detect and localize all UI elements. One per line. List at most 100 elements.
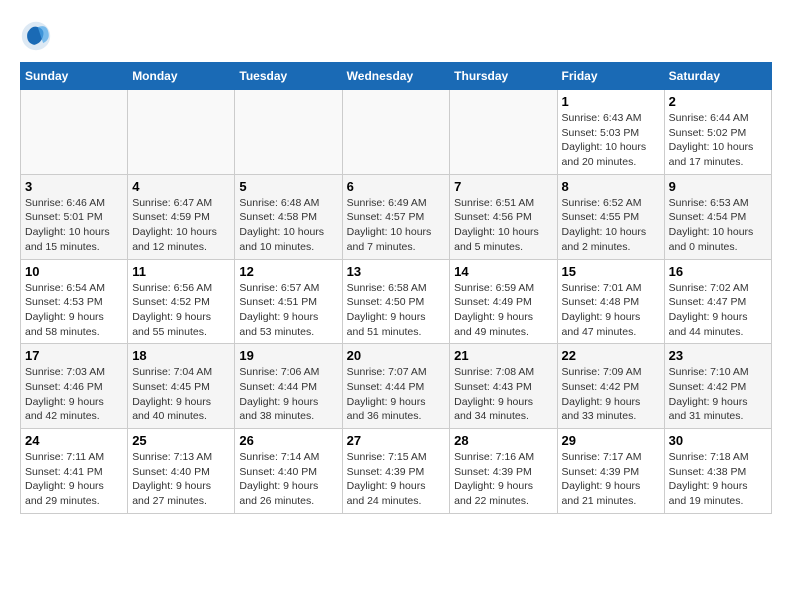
calendar-cell: 13 Sunrise: 6:58 AM Sunset: 4:50 PM Dayli… [342, 259, 450, 344]
day-info: Sunrise: 6:54 AM Sunset: 4:53 PM Dayligh… [25, 281, 123, 340]
weekday-header-saturday: Saturday [664, 63, 771, 90]
logo-icon [20, 20, 52, 52]
day-info: Sunrise: 7:16 AM Sunset: 4:39 PM Dayligh… [454, 450, 552, 509]
calendar-cell: 19 Sunrise: 7:06 AM Sunset: 4:44 PM Dayli… [235, 344, 342, 429]
calendar-cell: 10 Sunrise: 6:54 AM Sunset: 4:53 PM Dayli… [21, 259, 128, 344]
calendar-cell: 29 Sunrise: 7:17 AM Sunset: 4:39 PM Dayli… [557, 429, 664, 514]
day-info: Sunrise: 7:10 AM Sunset: 4:42 PM Dayligh… [669, 365, 767, 424]
day-info: Sunrise: 7:03 AM Sunset: 4:46 PM Dayligh… [25, 365, 123, 424]
day-number: 26 [239, 433, 337, 448]
day-info: Sunrise: 7:14 AM Sunset: 4:40 PM Dayligh… [239, 450, 337, 509]
day-number: 21 [454, 348, 552, 363]
day-number: 28 [454, 433, 552, 448]
day-number: 2 [669, 94, 767, 109]
day-number: 11 [132, 264, 230, 279]
calendar-cell: 1 Sunrise: 6:43 AM Sunset: 5:03 PM Daylig… [557, 90, 664, 175]
day-info: Sunrise: 7:18 AM Sunset: 4:38 PM Dayligh… [669, 450, 767, 509]
weekday-header-friday: Friday [557, 63, 664, 90]
calendar-cell: 20 Sunrise: 7:07 AM Sunset: 4:44 PM Dayli… [342, 344, 450, 429]
day-number: 9 [669, 179, 767, 194]
calendar-cell: 28 Sunrise: 7:16 AM Sunset: 4:39 PM Dayli… [450, 429, 557, 514]
day-number: 1 [562, 94, 660, 109]
day-info: Sunrise: 6:58 AM Sunset: 4:50 PM Dayligh… [347, 281, 446, 340]
day-info: Sunrise: 7:08 AM Sunset: 4:43 PM Dayligh… [454, 365, 552, 424]
weekday-header-tuesday: Tuesday [235, 63, 342, 90]
calendar-cell: 18Sunrise: 7:04 AM Sunset: 4:45 PM Dayli… [128, 344, 235, 429]
day-number: 17 [25, 348, 123, 363]
calendar-cell: 22 Sunrise: 7:09 AM Sunset: 4:42 PM Dayli… [557, 344, 664, 429]
day-info: Sunrise: 6:53 AM Sunset: 4:54 PM Dayligh… [669, 196, 767, 255]
calendar-cell: 30 Sunrise: 7:18 AM Sunset: 4:38 PM Dayli… [664, 429, 771, 514]
logo [20, 20, 56, 52]
day-number: 22 [562, 348, 660, 363]
day-info: Sunrise: 6:59 AM Sunset: 4:49 PM Dayligh… [454, 281, 552, 340]
day-number: 10 [25, 264, 123, 279]
calendar-cell: 25 Sunrise: 7:13 AM Sunset: 4:40 PM Dayli… [128, 429, 235, 514]
calendar-cell: 15 Sunrise: 7:01 AM Sunset: 4:48 PM Dayli… [557, 259, 664, 344]
page-header [20, 20, 772, 52]
day-info: Sunrise: 6:44 AM Sunset: 5:02 PM Dayligh… [669, 111, 767, 170]
calendar-cell: 9 Sunrise: 6:53 AM Sunset: 4:54 PM Daylig… [664, 174, 771, 259]
day-number: 15 [562, 264, 660, 279]
calendar-cell: 21 Sunrise: 7:08 AM Sunset: 4:43 PM Dayli… [450, 344, 557, 429]
day-number: 24 [25, 433, 123, 448]
calendar-cell [450, 90, 557, 175]
day-info: Sunrise: 7:02 AM Sunset: 4:47 PM Dayligh… [669, 281, 767, 340]
calendar-cell: 4 Sunrise: 6:47 AM Sunset: 4:59 PM Daylig… [128, 174, 235, 259]
day-info: Sunrise: 7:07 AM Sunset: 4:44 PM Dayligh… [347, 365, 446, 424]
calendar-cell: 24 Sunrise: 7:11 AM Sunset: 4:41 PM Dayli… [21, 429, 128, 514]
day-number: 6 [347, 179, 446, 194]
day-number: 5 [239, 179, 337, 194]
day-number: 13 [347, 264, 446, 279]
day-number: 8 [562, 179, 660, 194]
calendar-cell: 6 Sunrise: 6:49 AM Sunset: 4:57 PM Daylig… [342, 174, 450, 259]
calendar-cell: 17 Sunrise: 7:03 AM Sunset: 4:46 PM Dayli… [21, 344, 128, 429]
day-info: Sunrise: 7:04 AM Sunset: 4:45 PM Dayligh… [132, 365, 230, 424]
weekday-header-thursday: Thursday [450, 63, 557, 90]
calendar-cell: 7Sunrise: 6:51 AM Sunset: 4:56 PM Daylig… [450, 174, 557, 259]
day-number: 16 [669, 264, 767, 279]
day-info: Sunrise: 6:43 AM Sunset: 5:03 PM Dayligh… [562, 111, 660, 170]
day-number: 29 [562, 433, 660, 448]
day-number: 30 [669, 433, 767, 448]
day-info: Sunrise: 7:01 AM Sunset: 4:48 PM Dayligh… [562, 281, 660, 340]
day-info: Sunrise: 6:56 AM Sunset: 4:52 PM Dayligh… [132, 281, 230, 340]
day-info: Sunrise: 7:11 AM Sunset: 4:41 PM Dayligh… [25, 450, 123, 509]
day-info: Sunrise: 7:13 AM Sunset: 4:40 PM Dayligh… [132, 450, 230, 509]
day-number: 3 [25, 179, 123, 194]
day-number: 27 [347, 433, 446, 448]
weekday-header-sunday: Sunday [21, 63, 128, 90]
day-number: 19 [239, 348, 337, 363]
weekday-header-wednesday: Wednesday [342, 63, 450, 90]
day-info: Sunrise: 6:48 AM Sunset: 4:58 PM Dayligh… [239, 196, 337, 255]
day-info: Sunrise: 6:46 AM Sunset: 5:01 PM Dayligh… [25, 196, 123, 255]
day-info: Sunrise: 6:47 AM Sunset: 4:59 PM Dayligh… [132, 196, 230, 255]
day-number: 14 [454, 264, 552, 279]
weekday-header-monday: Monday [128, 63, 235, 90]
calendar-cell [235, 90, 342, 175]
calendar-cell: 2 Sunrise: 6:44 AM Sunset: 5:02 PM Daylig… [664, 90, 771, 175]
calendar-cell: 16 Sunrise: 7:02 AM Sunset: 4:47 PM Dayli… [664, 259, 771, 344]
calendar-cell: 23Sunrise: 7:10 AM Sunset: 4:42 PM Dayli… [664, 344, 771, 429]
day-info: Sunrise: 6:49 AM Sunset: 4:57 PM Dayligh… [347, 196, 446, 255]
calendar-cell: 27 Sunrise: 7:15 AM Sunset: 4:39 PM Dayli… [342, 429, 450, 514]
calendar-cell: 5 Sunrise: 6:48 AM Sunset: 4:58 PM Daylig… [235, 174, 342, 259]
day-info: Sunrise: 7:17 AM Sunset: 4:39 PM Dayligh… [562, 450, 660, 509]
day-info: Sunrise: 6:57 AM Sunset: 4:51 PM Dayligh… [239, 281, 337, 340]
calendar-cell [128, 90, 235, 175]
day-number: 20 [347, 348, 446, 363]
day-number: 7 [454, 179, 552, 194]
calendar-cell [342, 90, 450, 175]
day-info: Sunrise: 7:15 AM Sunset: 4:39 PM Dayligh… [347, 450, 446, 509]
calendar-cell: 12 Sunrise: 6:57 AM Sunset: 4:51 PM Dayli… [235, 259, 342, 344]
calendar-cell: 11 Sunrise: 6:56 AM Sunset: 4:52 PM Dayli… [128, 259, 235, 344]
calendar-cell: 14 Sunrise: 6:59 AM Sunset: 4:49 PM Dayli… [450, 259, 557, 344]
day-info: Sunrise: 7:06 AM Sunset: 4:44 PM Dayligh… [239, 365, 337, 424]
day-info: Sunrise: 7:09 AM Sunset: 4:42 PM Dayligh… [562, 365, 660, 424]
day-number: 12 [239, 264, 337, 279]
calendar-cell: 8Sunrise: 6:52 AM Sunset: 4:55 PM Daylig… [557, 174, 664, 259]
calendar-cell [21, 90, 128, 175]
calendar-cell: 26 Sunrise: 7:14 AM Sunset: 4:40 PM Dayli… [235, 429, 342, 514]
day-number: 25 [132, 433, 230, 448]
day-number: 4 [132, 179, 230, 194]
